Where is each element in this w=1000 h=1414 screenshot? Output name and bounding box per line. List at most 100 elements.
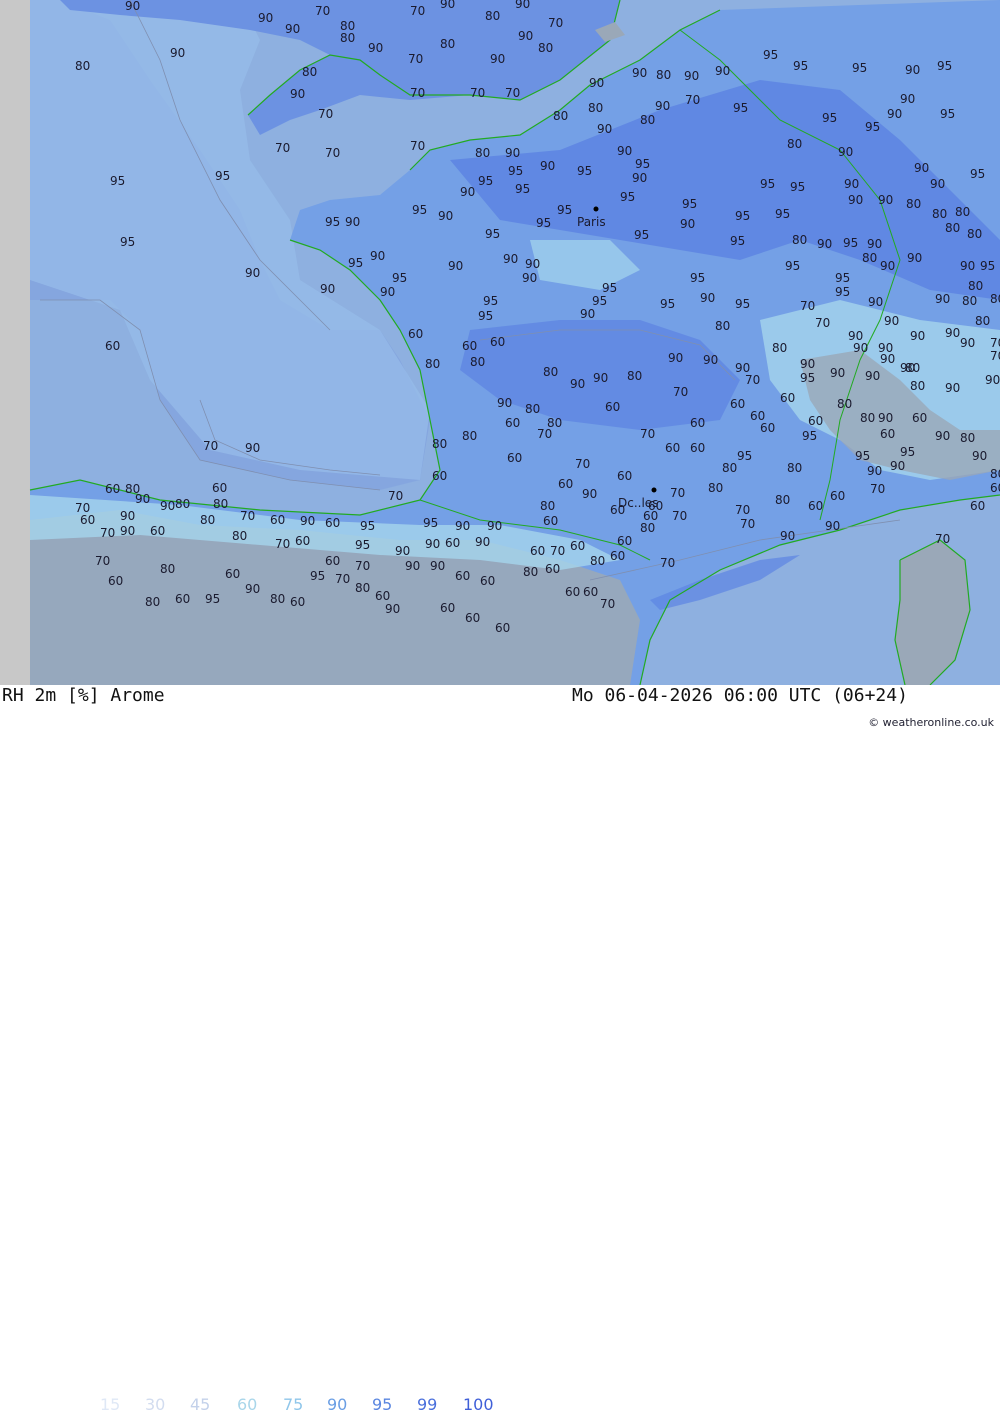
rh-value-label: 90 xyxy=(703,353,718,367)
rh-value-label: 95 xyxy=(515,182,530,196)
rh-value-label: 80 xyxy=(627,369,642,383)
rh-value-label: 60 xyxy=(808,414,823,428)
rh-value-label: 80 xyxy=(590,554,605,568)
rh-value-label: 70 xyxy=(672,509,687,523)
map-svg: 909090708070 90809070809070809090809080 80… xyxy=(0,0,1000,685)
rh-value-label: 90 xyxy=(125,0,140,13)
rh-value-label: 90 xyxy=(890,459,905,473)
rh-value-label: 90 xyxy=(945,326,960,340)
rh-value-label: 90 xyxy=(632,171,647,185)
rh-value-label: 60 xyxy=(105,339,120,353)
outside-domain xyxy=(0,0,30,685)
rh-value-label: 80 xyxy=(145,595,160,609)
rh-value-label: 80 xyxy=(962,294,977,308)
credit[interactable]: © weatheronline.co.uk xyxy=(868,716,994,729)
rh-value-label: 95 xyxy=(737,449,752,463)
rh-value-label: 60 xyxy=(505,416,520,430)
rh-value-label: 90 xyxy=(438,209,453,223)
rh-value-label: 95 xyxy=(730,234,745,248)
rh-value-label: 90 xyxy=(880,259,895,273)
rh-value-label: 80 xyxy=(355,581,370,595)
rh-value-label: 60 xyxy=(610,549,625,563)
rh-value-label: 90 xyxy=(838,145,853,159)
rh-value-label: 70 xyxy=(315,4,330,18)
rh-value-label: 80 xyxy=(232,529,247,543)
rh-value-label: 70 xyxy=(990,336,1000,350)
rh-value-label: 90 xyxy=(830,366,845,380)
legend-item: 90 xyxy=(327,1395,348,1414)
rh-value-label: 80 xyxy=(906,197,921,211)
rh-value-label: 80 xyxy=(543,365,558,379)
rh-value-label: 80 xyxy=(955,205,970,219)
rh-value-label: 80 xyxy=(523,565,538,579)
rh-value-label: 90 xyxy=(440,0,455,11)
city-label-dc-les: Dc..les xyxy=(618,496,658,510)
rh-value-label: 95 xyxy=(852,61,867,75)
rh-value-label: 80 xyxy=(787,461,802,475)
rh-value-label: 90 xyxy=(960,259,975,273)
rh-value-label: 60 xyxy=(760,421,775,435)
rh-value-label: 80 xyxy=(213,497,228,511)
rh-value-label: 90 xyxy=(848,193,863,207)
rh-value-label: 60 xyxy=(507,451,522,465)
rh-value-label: 60 xyxy=(605,400,620,414)
rh-value-label: 90 xyxy=(345,215,360,229)
rh-value-label: 90 xyxy=(505,146,520,160)
rh-value-label: 90 xyxy=(880,352,895,366)
rh-value-label: 70 xyxy=(735,503,750,517)
rh-value-label: 90 xyxy=(684,69,699,83)
rh-value-label: 90 xyxy=(972,449,987,463)
rh-value-label: 80 xyxy=(932,207,947,221)
rh-value-label: 95 xyxy=(577,164,592,178)
rh-value-label: 95 xyxy=(843,236,858,250)
map-title: RH 2m [%] Arome xyxy=(2,685,165,706)
rh-value-label: 70 xyxy=(410,139,425,153)
rh-value-label: 70 xyxy=(670,486,685,500)
rh-value-label: 60 xyxy=(408,327,423,341)
rh-value-label: 70 xyxy=(100,526,115,540)
rh-value-label: 95 xyxy=(592,294,607,308)
rh-value-label: 70 xyxy=(335,572,350,586)
rh-value-label: 80 xyxy=(656,68,671,82)
rh-value-label: 95 xyxy=(310,569,325,583)
rh-value-label: 60 xyxy=(455,569,470,583)
rh-value-label: 70 xyxy=(388,489,403,503)
rh-value-label: 95 xyxy=(865,120,880,134)
rh-value-label: 60 xyxy=(545,562,560,576)
rh-value-label: 95 xyxy=(485,227,500,241)
rh-value-label: 90 xyxy=(160,499,175,513)
rh-value-label: 80 xyxy=(340,31,355,45)
rh-value-label: 95 xyxy=(412,203,427,217)
rh-value-label: 95 xyxy=(660,297,675,311)
rh-value-label: 95 xyxy=(970,167,985,181)
rh-value-label: 80 xyxy=(968,279,983,293)
rh-value-label: 95 xyxy=(120,235,135,249)
rh-value-label: 90 xyxy=(597,122,612,136)
rh-value-label: 95 xyxy=(802,429,817,443)
rh-value-label: 95 xyxy=(793,59,808,73)
rh-value-label: 90 xyxy=(497,396,512,410)
rh-value-label: 60 xyxy=(270,513,285,527)
rh-value-label: 70 xyxy=(660,556,675,570)
rh-value-label: 90 xyxy=(475,535,490,549)
rh-value-label: 80 xyxy=(640,113,655,127)
rh-value-label: 80 xyxy=(787,137,802,151)
rh-value-label: 95 xyxy=(110,174,125,188)
rh-value-label: 95 xyxy=(822,111,837,125)
rh-value-label: 70 xyxy=(275,537,290,551)
rh-value-label: 90 xyxy=(290,87,305,101)
rh-value-label: 80 xyxy=(540,499,555,513)
rh-value-label: 80 xyxy=(715,319,730,333)
rh-value-label: 90 xyxy=(120,524,135,538)
rh-value-label: 90 xyxy=(914,161,929,175)
rh-value-label: 95 xyxy=(325,215,340,229)
rh-value-label: 90 xyxy=(945,381,960,395)
rh-value-label: 95 xyxy=(855,449,870,463)
rh-value-label: 70 xyxy=(203,439,218,453)
rh-value-label: 80 xyxy=(462,429,477,443)
rh-value-label: 60 xyxy=(665,441,680,455)
city-marker-paris xyxy=(593,206,599,212)
rh-value-label: 60 xyxy=(108,574,123,588)
rh-value-label: 90 xyxy=(715,64,730,78)
legend-item: 75 xyxy=(283,1395,304,1414)
